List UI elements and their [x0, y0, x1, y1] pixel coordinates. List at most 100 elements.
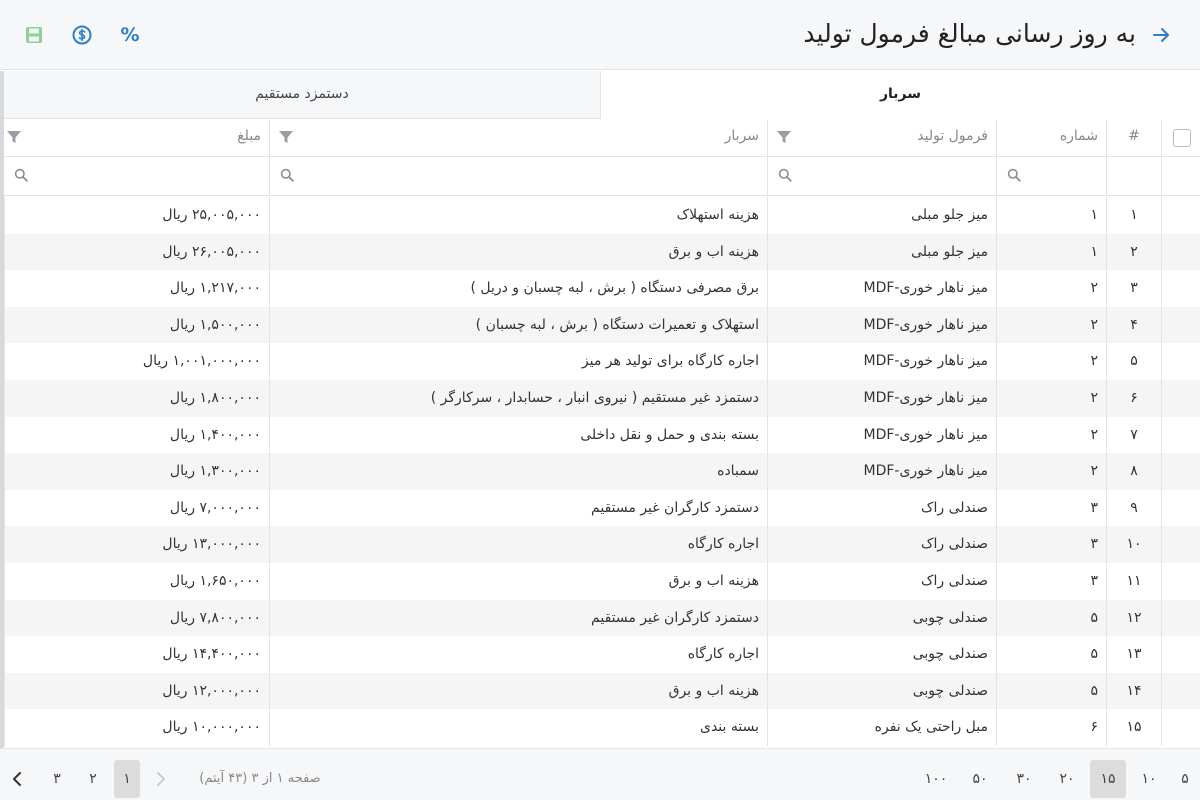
prev-page-button[interactable]: [4, 760, 30, 798]
filter-icon[interactable]: [776, 129, 792, 145]
row-select-cell[interactable]: [1161, 453, 1200, 490]
row-select-cell[interactable]: [1161, 489, 1200, 527]
row-amount[interactable]: ۱۴,۴۰۰,۰۰۰ ریال: [4, 636, 269, 673]
page-button[interactable]: ۳: [44, 760, 70, 798]
filter-overhead-input[interactable]: [270, 157, 767, 195]
column-amount[interactable]: مبلغ: [4, 120, 269, 157]
row-select-cell[interactable]: [1161, 379, 1200, 417]
row-amount[interactable]: ۷,۰۰۰,۰۰۰ ریال: [4, 489, 269, 527]
row-amount[interactable]: ۱,۲۱۷,۰۰۰ ریال: [4, 270, 269, 307]
row-amount[interactable]: ۱۲,۰۰۰,۰۰۰ ریال: [4, 672, 269, 710]
filter-formula-input[interactable]: [768, 157, 996, 195]
row-number: ۵: [996, 672, 1106, 710]
filter-number-input[interactable]: [997, 157, 1106, 195]
row-number: ۲: [996, 379, 1106, 417]
table-row[interactable]: ۱۳ ۵ صندلی چوبی اجاره کارگاه ۱۴,۴۰۰,۰۰۰ …: [4, 636, 1200, 673]
page-size-option[interactable]: ۵۰: [962, 760, 998, 798]
row-amount[interactable]: ۱,۶۵۰,۰۰۰ ریال: [4, 562, 269, 600]
row-overhead: اجاره کارگاه: [269, 636, 767, 673]
page-size-option-active[interactable]: ۱۵: [1090, 760, 1126, 798]
row-formula: میز ناهار خوری-MDF: [767, 343, 996, 380]
table-row[interactable]: ۹ ۳ صندلی راک دستمزد کارگران غیر مستقیم …: [4, 489, 1200, 527]
row-select-cell[interactable]: [1161, 270, 1200, 307]
table-row[interactable]: ۱۱ ۳ صندلی راک هزینه اب و برق ۱,۶۵۰,۰۰۰ …: [4, 562, 1200, 600]
row-select-cell[interactable]: [1161, 672, 1200, 710]
row-overhead: بسته بندی و حمل و نقل داخلی: [269, 416, 767, 454]
row-overhead: هزینه اب و برق: [269, 233, 767, 271]
table-row[interactable]: ۶ ۲ میز ناهار خوری-MDF دستمزد غیر مستقیم…: [4, 379, 1200, 417]
row-amount[interactable]: ۱,۴۰۰,۰۰۰ ریال: [4, 416, 269, 454]
row-select-cell[interactable]: [1161, 343, 1200, 380]
page-size-option[interactable]: ۵: [1167, 760, 1200, 798]
table-row[interactable]: ۱۰ ۳ صندلی راک اجاره کارگاه ۱۳,۰۰۰,۰۰۰ ر…: [4, 526, 1200, 563]
table-row[interactable]: ۵ ۲ میز ناهار خوری-MDF اجاره کارگاه برای…: [4, 343, 1200, 380]
row-amount[interactable]: ۲۵,۰۰۵,۰۰۰ ریال: [4, 197, 269, 234]
row-formula: صندلی راک: [767, 526, 996, 563]
save-button[interactable]: [17, 18, 51, 52]
row-amount[interactable]: ۱,۵۰۰,۰۰۰ ریال: [4, 306, 269, 344]
row-overhead: هزینه اب و برق: [269, 672, 767, 710]
column-formula[interactable]: فرمول تولید: [767, 120, 996, 157]
percent-button[interactable]: %: [113, 18, 147, 52]
row-amount[interactable]: ۲۶,۰۰۵,۰۰۰ ریال: [4, 233, 269, 271]
column-overhead-label: سربار: [724, 128, 759, 144]
tab-direct-wage[interactable]: دستمزد مستقیم: [4, 71, 600, 119]
column-number[interactable]: شماره: [996, 120, 1106, 157]
page-button-active[interactable]: ۱: [114, 760, 140, 798]
table-row[interactable]: ۱ ۱ میز جلو مبلی هزینه استهلاک ۲۵,۰۰۵,۰۰…: [4, 197, 1200, 234]
row-formula: میز ناهار خوری-MDF: [767, 379, 996, 417]
filter-amount-input[interactable]: [4, 157, 269, 195]
row-index: ۵: [1106, 343, 1161, 380]
row-index: ۸: [1106, 453, 1161, 490]
page-size-option[interactable]: ۱۰۰: [918, 760, 954, 798]
table-row[interactable]: ۲ ۱ میز جلو مبلی هزینه اب و برق ۲۶,۰۰۵,۰…: [4, 233, 1200, 271]
row-amount[interactable]: ۱۰,۰۰۰,۰۰۰ ریال: [4, 709, 269, 746]
table-row[interactable]: ۸ ۲ میز ناهار خوری-MDF سمباده ۱,۳۰۰,۰۰۰ …: [4, 453, 1200, 490]
row-number: ۲: [996, 270, 1106, 307]
row-select-cell[interactable]: [1161, 197, 1200, 234]
row-select-cell[interactable]: [1161, 416, 1200, 454]
row-index: ۳: [1106, 270, 1161, 307]
row-select-cell[interactable]: [1161, 636, 1200, 673]
page-size-option[interactable]: ۱۰: [1131, 760, 1167, 798]
filter-icon[interactable]: [278, 129, 294, 145]
row-amount[interactable]: ۱,۸۰۰,۰۰۰ ریال: [4, 379, 269, 417]
table-row[interactable]: ۱۲ ۵ صندلی چوبی دستمزد کارگران غیر مستقی…: [4, 599, 1200, 637]
table-row[interactable]: ۱۴ ۵ صندلی چوبی هزینه اب و برق ۱۲,۰۰۰,۰۰…: [4, 672, 1200, 710]
row-formula: صندلی چوبی: [767, 599, 996, 637]
row-select-cell[interactable]: [1161, 526, 1200, 563]
row-amount[interactable]: ۱,۰۰۱,۰۰۰,۰۰۰ ریال: [4, 343, 269, 380]
row-select-cell[interactable]: [1161, 306, 1200, 344]
table-row[interactable]: ۱۵ ۶ مبل راحتی یک نفره بسته بندی ۱۰,۰۰۰,…: [4, 709, 1200, 746]
row-amount[interactable]: ۱,۳۰۰,۰۰۰ ریال: [4, 453, 269, 490]
row-index: ۹: [1106, 489, 1161, 527]
tab-overhead[interactable]: سربار: [600, 71, 1200, 119]
filter-icon[interactable]: [6, 129, 22, 145]
dollar-circle-icon: [72, 25, 92, 45]
row-select-cell[interactable]: [1161, 599, 1200, 637]
row-amount[interactable]: ۱۳,۰۰۰,۰۰۰ ریال: [4, 526, 269, 563]
row-index: ۱۱: [1106, 562, 1161, 600]
row-select-cell[interactable]: [1161, 233, 1200, 271]
row-index: ۲: [1106, 233, 1161, 271]
table-row[interactable]: ۷ ۲ میز ناهار خوری-MDF بسته بندی و حمل و…: [4, 416, 1200, 454]
percent-icon: %: [120, 24, 140, 46]
back-button[interactable]: [1144, 18, 1178, 52]
select-all-checkbox[interactable]: [1173, 129, 1191, 147]
row-overhead: دستمزد کارگران غیر مستقیم: [269, 489, 767, 527]
row-formula: میز ناهار خوری-MDF: [767, 270, 996, 307]
row-index: ۱۲: [1106, 599, 1161, 637]
table-row[interactable]: ۴ ۲ میز ناهار خوری-MDF استهلاک و تعمیرات…: [4, 306, 1200, 344]
page-size-option[interactable]: ۲۰: [1049, 760, 1085, 798]
row-amount[interactable]: ۷,۸۰۰,۰۰۰ ریال: [4, 599, 269, 637]
header-bar: به روز رسانی مبالغ فرمول تولید %: [0, 0, 1200, 70]
row-select-cell[interactable]: [1161, 709, 1200, 746]
page-button[interactable]: ۲: [80, 760, 106, 798]
row-select-cell[interactable]: [1161, 562, 1200, 600]
tab-bar: سربار دستمزد مستقیم: [4, 71, 1200, 119]
next-page-button[interactable]: [148, 760, 174, 798]
page-size-option[interactable]: ۳۰: [1006, 760, 1042, 798]
column-overhead[interactable]: سربار: [269, 120, 767, 157]
table-row[interactable]: ۳ ۲ میز ناهار خوری-MDF برق مصرفی دستگاه …: [4, 270, 1200, 307]
currency-button[interactable]: [65, 18, 99, 52]
